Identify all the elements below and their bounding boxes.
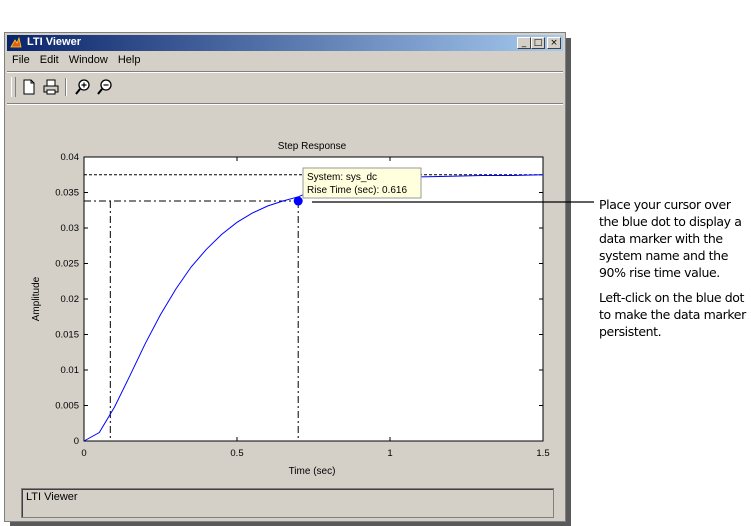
close-button[interactable]: × [547, 37, 561, 49]
plot-axes[interactable] [83, 156, 544, 442]
title-bar[interactable]: LTI Viewer _ □ × [7, 35, 563, 51]
toolbar-separator [65, 78, 67, 96]
status-text: LTI Viewer [26, 491, 78, 503]
maximize-button[interactable]: □ [531, 37, 545, 49]
menu-bar: File Edit Window Help [7, 53, 145, 69]
zoom-out-icon[interactable] [95, 77, 115, 97]
toolbar-separator-line [7, 103, 563, 105]
menu-edit[interactable]: Edit [35, 53, 64, 67]
menu-window[interactable]: Window [64, 53, 113, 67]
print-icon[interactable] [41, 77, 61, 97]
menu-separator [7, 71, 563, 73]
status-bar: LTI Viewer [21, 488, 554, 518]
annotation-para-1: Place your cursor over the blue dot to d… [599, 197, 742, 280]
window-title: LTI Viewer [27, 36, 82, 48]
minimize-button[interactable]: _ [517, 37, 531, 49]
new-icon[interactable] [19, 77, 39, 97]
rise-time-marker[interactable] [293, 196, 303, 206]
zoom-in-icon[interactable] [73, 77, 93, 97]
menu-help[interactable]: Help [113, 53, 146, 67]
annotation-text: Place your cursor over the blue dot to d… [599, 196, 751, 348]
toolbar-grip [11, 77, 16, 97]
matlab-logo-icon [10, 37, 22, 48]
menu-file[interactable]: File [7, 53, 35, 67]
annotation-para-2: Left-click on the blue dot to make the d… [599, 290, 746, 339]
